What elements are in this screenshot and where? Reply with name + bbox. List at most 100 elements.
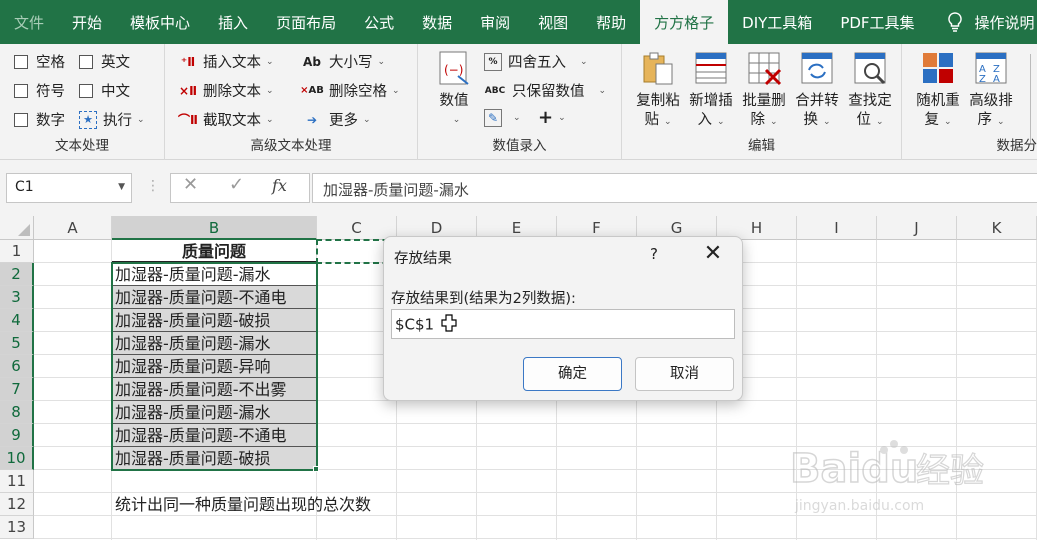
select-all-corner[interactable] xyxy=(0,216,34,240)
plus-button[interactable]: + ⌄ xyxy=(538,107,566,128)
tab-help[interactable]: 帮助 xyxy=(582,0,640,44)
check-symbol[interactable]: 符号 xyxy=(14,80,65,101)
row-header-7[interactable]: 7 xyxy=(0,378,34,401)
formula-input[interactable]: 加湿器-质量问题-漏水 xyxy=(312,173,1037,203)
row-header-1[interactable]: 1 xyxy=(0,240,34,263)
delete-spaces-button[interactable]: × AB 删除空格 ⌄ xyxy=(300,80,399,101)
ribbon-overflow-edge xyxy=(1030,54,1037,144)
column-header-a[interactable]: A xyxy=(34,216,112,240)
insert-function-icon[interactable]: fx xyxy=(272,176,287,195)
tab-view[interactable]: 视图 xyxy=(524,0,582,44)
insert-text-icon: ⁺Ⅱ xyxy=(180,54,196,69)
case-button[interactable]: Ab 大小写 ⌄ xyxy=(301,51,385,72)
more-button[interactable]: ➔ 更多 ⌄ xyxy=(301,109,371,130)
ok-button[interactable]: 确定 xyxy=(523,357,622,391)
tab-page-layout[interactable]: 页面布局 xyxy=(262,0,350,44)
help-operation-link[interactable]: 操作说明 xyxy=(969,0,1037,44)
row-header-8[interactable]: 8 xyxy=(0,401,34,424)
cancel-button[interactable]: 取消 xyxy=(635,357,734,391)
keep-values-button[interactable]: ABC 只保留数值 ⌄ xyxy=(484,80,606,101)
cell-b8[interactable]: 加湿器-质量问题-漏水 xyxy=(112,401,316,424)
row-header-5[interactable]: 5 xyxy=(0,332,34,355)
cell-b4[interactable]: 加湿器-质量问题-破损 xyxy=(112,309,316,332)
edit-check-icon: ✎ xyxy=(484,109,502,127)
group-edit: 复制粘 贴 ⌄ 新增插 入 ⌄ 批量删 除 ⌄ 合并转 换 ⌄ 查找定 位 ⌄ … xyxy=(622,44,902,160)
edit-check-button[interactable]: ✎ ⌄ xyxy=(484,109,521,127)
cell-b10[interactable]: 加湿器-质量问题-破损 xyxy=(112,447,316,470)
baidu-watermark-logo: Baidu 经验 jingyan.baidu.com xyxy=(789,430,1030,520)
tab-file[interactable]: 文件 xyxy=(0,0,58,44)
row-header-4[interactable]: 4 xyxy=(0,309,34,332)
check-english[interactable]: 英文 xyxy=(79,51,130,72)
result-location-input[interactable]: $C$1 xyxy=(391,309,735,339)
batch-delete-button[interactable]: 批量删 除 ⌄ xyxy=(738,50,790,132)
enter-icon[interactable]: ✓ xyxy=(229,174,244,195)
tab-fangfanggezi[interactable]: 方方格子 xyxy=(640,0,729,44)
column-header-c[interactable]: C xyxy=(317,216,397,240)
tab-home[interactable]: 开始 xyxy=(58,0,116,44)
copy-paste-button[interactable]: 复制粘 贴 ⌄ xyxy=(632,50,684,132)
column-header-i[interactable]: I xyxy=(797,216,877,240)
store-result-dialog: 存放结果 ? ✕ 存放结果到(结果为2列数据): $C$1 确定 取消 xyxy=(383,236,743,401)
column-header-j[interactable]: J xyxy=(877,216,957,240)
cell-b3[interactable]: 加湿器-质量问题-不通电 xyxy=(112,286,316,309)
tab-diy-toolbox[interactable]: DIY工具箱 xyxy=(728,0,826,44)
chevron-down-icon: ⌄ xyxy=(769,117,778,127)
check-space[interactable]: 空格 xyxy=(14,51,65,72)
tab-review[interactable]: 审阅 xyxy=(466,0,524,44)
cell-b7[interactable]: 加湿器-质量问题-不出雾 xyxy=(112,378,316,401)
extract-text-button[interactable]: ⌒Ⅱ 截取文本 ⌄ xyxy=(178,109,274,130)
find-locate-button[interactable]: 查找定 位 ⌄ xyxy=(844,50,896,132)
check-number[interactable]: 数字 xyxy=(14,109,65,130)
merge-convert-button[interactable]: 合并转 换 ⌄ xyxy=(791,50,843,132)
cancel-icon[interactable]: ✕ xyxy=(183,174,198,195)
chevron-down-icon: ⌄ xyxy=(875,117,884,127)
cell-b1[interactable]: 质量问题 xyxy=(112,240,316,263)
cell-b6[interactable]: 加湿器-质量问题-异响 xyxy=(112,355,316,378)
number-button[interactable]: (−) 数值 ⌄ xyxy=(432,50,476,130)
tab-pdf-tools[interactable]: PDF工具集 xyxy=(826,0,928,44)
cell-b2[interactable]: 加湿器-质量问题-漏水 xyxy=(112,263,316,286)
cell-b12[interactable]: 统计出同一种质量问题出现的总次数 xyxy=(112,493,512,516)
column-header-b[interactable]: B xyxy=(112,216,317,240)
row-header-11[interactable]: 11 xyxy=(0,470,34,493)
round-button[interactable]: % 四舍五入 ⌄ xyxy=(484,51,588,72)
watermark-url: jingyan.baidu.com xyxy=(794,498,924,514)
check-chinese[interactable]: 中文 xyxy=(79,80,130,101)
row-header-10[interactable]: 10 xyxy=(0,447,34,470)
row-header-2[interactable]: 2 xyxy=(0,263,34,286)
row-header-3[interactable]: 3 xyxy=(0,286,34,309)
insert-text-button[interactable]: ⁺Ⅱ 插入文本 ⌄ xyxy=(179,51,274,72)
tab-formulas[interactable]: 公式 xyxy=(350,0,408,44)
add-insert-button[interactable]: 新增插 入 ⌄ xyxy=(685,50,737,132)
row-header-12[interactable]: 12 xyxy=(0,493,34,516)
dialog-title: 存放结果 xyxy=(394,251,452,267)
column-header-k[interactable]: K xyxy=(957,216,1037,240)
tab-insert[interactable]: 插入 xyxy=(204,0,262,44)
number-label: 数值 xyxy=(439,93,469,109)
row-header-9[interactable]: 9 xyxy=(0,424,34,447)
watermark-suffix: 经验 xyxy=(916,451,984,491)
lightbulb-icon[interactable] xyxy=(929,0,969,44)
random-repeat-label-2: 复 xyxy=(924,112,939,128)
chevron-down-icon: ⌄ xyxy=(513,113,521,123)
insert-rows-icon xyxy=(693,50,729,86)
cell-b5[interactable]: 加湿器-质量问题-漏水 xyxy=(112,332,316,355)
chevron-down-icon[interactable]: ▼ xyxy=(118,182,125,192)
fill-handle[interactable] xyxy=(313,466,319,472)
advanced-sort-button[interactable]: AZZA 高级排 序 ⌄ xyxy=(965,50,1017,132)
cell-b9[interactable]: 加湿器-质量问题-不通电 xyxy=(112,424,316,447)
help-icon[interactable]: ? xyxy=(650,245,658,263)
tab-data[interactable]: 数据 xyxy=(408,0,466,44)
tab-template-center[interactable]: 模板中心 xyxy=(116,0,204,44)
delete-text-button[interactable]: ×Ⅱ 删除文本 ⌄ xyxy=(179,80,274,101)
name-box[interactable]: C1 ▼ xyxy=(6,173,132,203)
group-title-text-processing: 文本处理 xyxy=(55,138,109,154)
group-data-entry: (−) 数值 ⌄ % 四舍五入 ⌄ ABC 只保留数值 ⌄ ✎ ⌄ + ⌄ 数值录入 xyxy=(418,44,622,160)
row-header-13[interactable]: 13 xyxy=(0,516,34,539)
execute-button[interactable]: ★ 执行 ⌄ xyxy=(79,109,145,130)
close-icon[interactable]: ✕ xyxy=(702,241,724,267)
row-header-6[interactable]: 6 xyxy=(0,355,34,378)
round-label: 四舍五入 xyxy=(508,55,566,71)
random-repeat-button[interactable]: 随机重 复 ⌄ xyxy=(912,50,964,132)
